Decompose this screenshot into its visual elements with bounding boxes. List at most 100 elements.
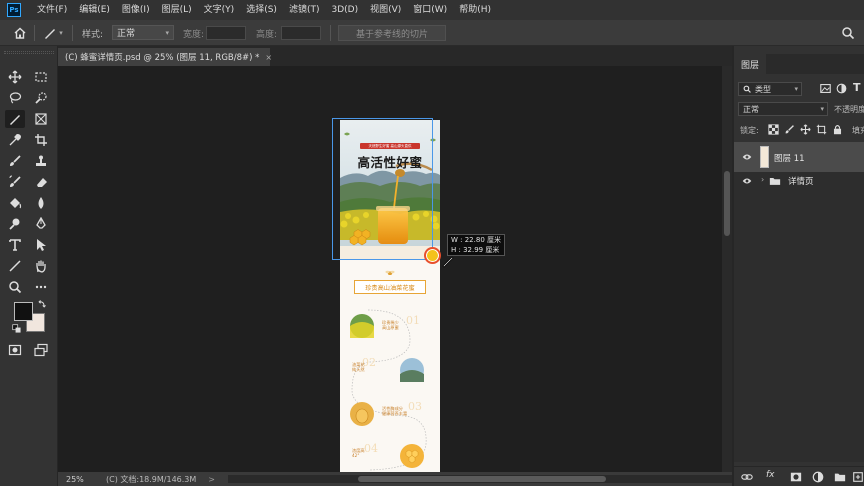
menu-view[interactable]: 视图(V) <box>364 0 407 20</box>
type-tool-icon[interactable] <box>5 236 25 254</box>
zoom-level[interactable]: 25% <box>58 475 98 484</box>
eye-icon[interactable] <box>742 153 752 161</box>
add-mask-icon[interactable] <box>790 471 802 483</box>
options-separator <box>72 25 73 41</box>
vertical-scrollbar-thumb[interactable] <box>724 171 730 236</box>
feature-text: 油菜花 纯天然 <box>352 362 365 373</box>
crop-tool-icon[interactable] <box>31 131 51 149</box>
lock-row: 锁定: 填充 <box>738 124 864 138</box>
fill-label: 填充 <box>852 126 864 135</box>
menu-type[interactable]: 文字(Y) <box>198 0 241 20</box>
new-group-icon[interactable] <box>834 471 846 483</box>
lock-position-icon[interactable] <box>800 124 811 135</box>
foreground-color-swatch[interactable] <box>14 302 33 321</box>
layer-filter-select[interactable]: 类型 ▾ <box>738 82 802 96</box>
style-select[interactable]: 正常 ▾ <box>112 25 174 40</box>
height-label: 高度: <box>256 29 278 40</box>
marquee-tool-icon[interactable] <box>31 68 51 86</box>
horizontal-scrollbar-thumb[interactable] <box>358 476 606 482</box>
menu-layer[interactable]: 图层(L) <box>156 0 198 20</box>
options-bar: ▾ 样式: 正常 ▾ 宽度: 高度: 基于参考线的切片 <box>0 20 864 46</box>
layer-group-name: 详情页 <box>788 177 814 187</box>
layer-effects-icon[interactable]: fx <box>766 470 775 480</box>
default-colors-icon[interactable] <box>11 323 23 335</box>
menu-bar: Ps 文件(F) 编辑(E) 图像(I) 图层(L) 文字(Y) 选择(S) 滤… <box>0 0 864 20</box>
dodge-tool-icon[interactable] <box>5 215 25 233</box>
slice-tool-preset-icon[interactable]: ▾ <box>42 20 64 46</box>
menu-3d[interactable]: 3D(D) <box>325 0 364 20</box>
blend-mode-select[interactable]: 正常 ▾ <box>738 102 828 116</box>
feature-number: 01 <box>406 314 420 327</box>
search-icon[interactable] <box>838 20 858 46</box>
path-selection-tool-icon[interactable] <box>31 236 51 254</box>
menu-filter[interactable]: 滤镜(T) <box>283 0 326 20</box>
slices-from-guides-button[interactable]: 基于参考线的切片 <box>338 25 446 41</box>
layer-row[interactable]: 图层 11 <box>734 142 864 172</box>
document-tab-bar: (C) 蜂蜜详情页.psd @ 25% (图层 11, RGB/8#) * × <box>58 46 732 66</box>
document-artboard[interactable]: 天然野生好蜜 高山源头直供 高活性好蜜 珍贵高山油菜花蜜 01 珍贵稀少 高山原… <box>340 120 440 472</box>
menu-window[interactable]: 窗口(W) <box>407 0 453 20</box>
lock-transparent-icon[interactable] <box>768 124 779 135</box>
pen-tool-icon[interactable] <box>31 215 51 233</box>
lock-pixels-icon[interactable] <box>784 124 795 135</box>
layer-name: 图层 11 <box>774 154 805 164</box>
move-tool-icon[interactable] <box>5 68 25 86</box>
home-icon[interactable] <box>10 20 30 46</box>
section-title: 珍贵高山油菜花蜜 <box>365 284 415 292</box>
frame-tool-icon[interactable] <box>31 110 51 128</box>
menu-help[interactable]: 帮助(H) <box>453 0 497 20</box>
blur-tool-icon[interactable] <box>31 194 51 212</box>
toolbox-grip[interactable] <box>4 51 54 54</box>
layer-group-row[interactable]: › 详情页 <box>734 172 864 190</box>
style-value: 正常 <box>117 29 136 39</box>
dimension-tooltip: W : 22.80 厘米 H : 32.99 厘米 <box>447 234 505 256</box>
vertical-scrollbar[interactable] <box>722 66 732 472</box>
width-input[interactable] <box>206 26 246 40</box>
tab-layers[interactable]: 图层 <box>734 54 766 74</box>
menu-edit[interactable]: 编辑(E) <box>73 0 116 20</box>
lasso-tool-icon[interactable] <box>5 89 25 107</box>
menu-image[interactable]: 图像(I) <box>116 0 156 20</box>
document-tab[interactable]: (C) 蜂蜜详情页.psd @ 25% (图层 11, RGB/8#) * × <box>58 48 272 66</box>
menu-select[interactable]: 选择(S) <box>240 0 283 20</box>
history-brush-tool-icon[interactable] <box>5 173 25 191</box>
eyedropper-tool-icon[interactable] <box>5 131 25 149</box>
horizontal-scrollbar[interactable] <box>228 475 732 483</box>
menu-file[interactable]: 文件(F) <box>31 0 73 20</box>
filter-adjustment-icon[interactable] <box>836 83 847 94</box>
new-layer-icon[interactable] <box>852 471 864 483</box>
hand-tool-icon[interactable] <box>31 257 51 275</box>
filter-type-icon[interactable]: T <box>853 81 861 94</box>
resize-handle[interactable] <box>424 247 441 264</box>
close-icon[interactable]: × <box>265 53 272 62</box>
adjustment-layer-icon[interactable] <box>812 471 824 483</box>
hero-tagline: 天然野生好蜜 高山源头直供 <box>360 143 420 149</box>
chevron-down-icon: ▾ <box>165 28 169 37</box>
paint-bucket-tool-icon[interactable] <box>5 194 25 212</box>
link-layers-icon[interactable] <box>741 471 753 483</box>
more-tools-icon[interactable] <box>31 278 51 296</box>
slice-tool-icon[interactable] <box>5 110 25 128</box>
layer-filter-value: 类型 <box>755 84 771 94</box>
chevron-right-icon[interactable]: > <box>208 475 215 484</box>
height-input[interactable] <box>281 26 321 40</box>
line-tool-icon[interactable] <box>5 257 25 275</box>
screen-mode-icon[interactable] <box>31 341 51 359</box>
canvas-area[interactable]: 天然野生好蜜 高山源头直供 高活性好蜜 珍贵高山油菜花蜜 01 珍贵稀少 高山原… <box>58 66 722 472</box>
swap-colors-icon[interactable] <box>36 298 48 310</box>
quick-mask-icon[interactable] <box>5 341 25 359</box>
filter-pixel-icon[interactable] <box>820 83 831 94</box>
hero-illustration <box>340 120 440 260</box>
lock-all-icon[interactable] <box>832 124 843 135</box>
chevron-right-icon[interactable]: › <box>761 175 764 184</box>
quick-selection-tool-icon[interactable] <box>31 89 51 107</box>
brush-tool-icon[interactable] <box>5 152 25 170</box>
lock-artboard-icon[interactable] <box>816 124 827 135</box>
width-label: 宽度: <box>183 29 205 40</box>
eraser-tool-icon[interactable] <box>31 173 51 191</box>
folder-icon <box>769 178 781 185</box>
zoom-tool-icon[interactable] <box>5 278 25 296</box>
eye-icon[interactable] <box>742 177 752 185</box>
clone-stamp-tool-icon[interactable] <box>31 152 51 170</box>
options-separator <box>330 25 331 41</box>
